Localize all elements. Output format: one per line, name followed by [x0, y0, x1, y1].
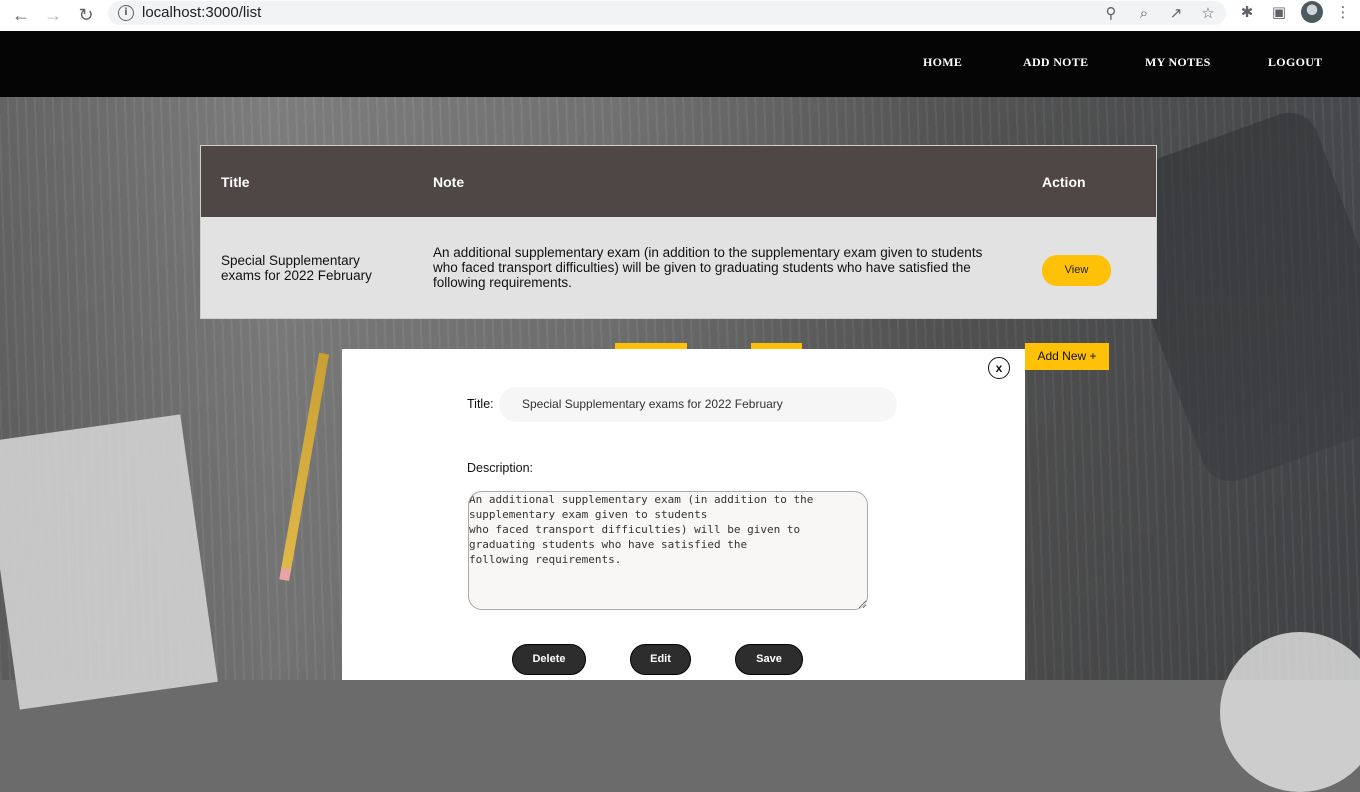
table-header: Title Note Action	[201, 146, 1156, 217]
title-input[interactable]: Special Supplementary exams for 2022 Feb…	[499, 387, 897, 422]
add-new-button[interactable]: Add New +	[1025, 343, 1109, 370]
extensions-icon[interactable]: ✱	[1238, 3, 1256, 21]
column-header-note: Note	[433, 174, 465, 190]
back-icon[interactable]: ←	[9, 3, 33, 27]
top-navigation: HOME ADD NOTE MY NOTES LOGOUT	[0, 31, 1360, 97]
title-label: Title:	[467, 397, 494, 411]
profile-avatar[interactable]	[1301, 1, 1323, 23]
nav-my-notes-link[interactable]: MY NOTES	[1145, 55, 1211, 70]
forward-icon[interactable]: →	[41, 3, 65, 27]
close-icon[interactable]: x	[988, 357, 1010, 379]
save-button[interactable]: Save	[735, 644, 803, 675]
delete-button[interactable]: Delete	[512, 644, 586, 675]
address-bar[interactable]: i localhost:3000/list ⚲ ⌕ ↗ ☆	[108, 1, 1226, 25]
edit-button[interactable]: Edit	[630, 644, 691, 675]
sidepanel-icon[interactable]: ▣	[1270, 3, 1288, 21]
column-header-action: Action	[1042, 174, 1086, 190]
view-button[interactable]: View	[1042, 255, 1111, 286]
nav-add-note-link[interactable]: ADD NOTE	[1023, 55, 1088, 70]
note-text-cell: An additional supplementary exam (in add…	[433, 245, 983, 290]
note-title-cell: Special Supplementary exams for 2022 Feb…	[221, 253, 372, 283]
description-label: Description:	[467, 461, 533, 475]
menu-icon[interactable]: ⋮	[1334, 3, 1352, 21]
background-decoration	[1220, 632, 1360, 792]
table-row: Special Supplementary exams for 2022 Feb…	[201, 217, 1156, 318]
zoom-icon[interactable]: ⌕	[1135, 4, 1153, 22]
background-decoration	[280, 352, 330, 572]
browser-toolbar: ← → ↻ i localhost:3000/list ⚲ ⌕ ↗ ☆ ✱ ▣ …	[0, 0, 1360, 32]
note-modal: x Title: Special Supplementary exams for…	[342, 349, 1025, 680]
key-icon[interactable]: ⚲	[1102, 4, 1120, 22]
nav-home-link[interactable]: HOME	[923, 55, 962, 70]
notes-table: Title Note Action Special Supplementary …	[200, 145, 1157, 319]
column-header-title: Title	[221, 174, 250, 190]
url-text[interactable]: localhost:3000/list	[142, 4, 261, 21]
nav-logout-link[interactable]: LOGOUT	[1268, 55, 1322, 70]
reload-icon[interactable]: ↻	[74, 3, 98, 27]
description-textarea[interactable]: An additional supplementary exam (in add…	[468, 491, 868, 610]
star-icon[interactable]: ☆	[1199, 4, 1217, 22]
info-icon[interactable]: i	[118, 5, 134, 21]
background-decoration	[0, 414, 218, 710]
share-icon[interactable]: ↗	[1167, 4, 1185, 22]
